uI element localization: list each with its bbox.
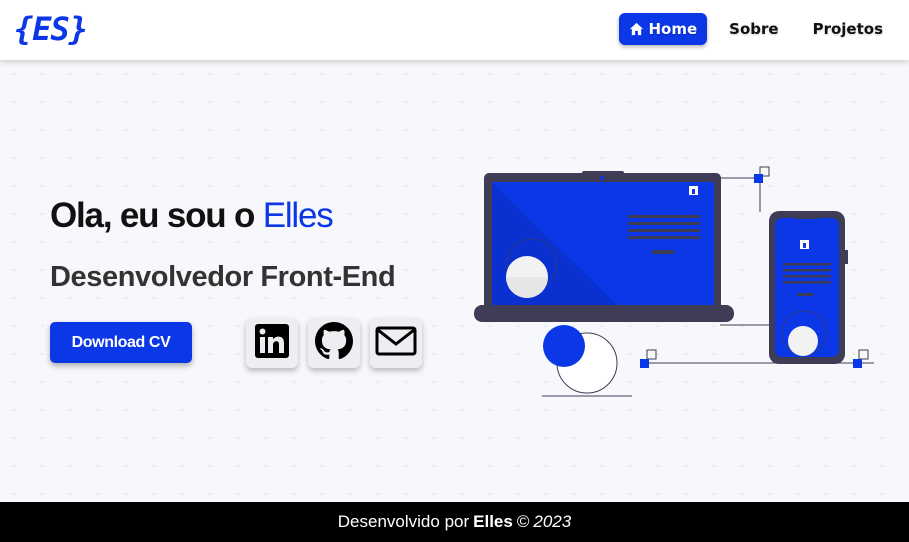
nav-item-projetos[interactable]: Projetos [801, 13, 895, 45]
hero-title: Ola, eu sou o Elles [50, 196, 334, 236]
navbar: {ES} Home Sobre Projetos [0, 0, 909, 60]
hero-name: Elles [262, 196, 334, 235]
footer-author: Elles [473, 512, 513, 531]
nav-item-sobre[interactable]: Sobre [717, 13, 790, 45]
home-icon [629, 22, 644, 36]
linkedin-link[interactable] [246, 318, 298, 368]
hero-illustration [470, 160, 880, 409]
mail-icon [375, 325, 417, 361]
github-link[interactable] [308, 318, 360, 368]
social-links [246, 318, 422, 368]
footer-prefix: Desenvolvido por [337, 512, 470, 531]
mail-link[interactable] [370, 318, 422, 368]
footer: Desenvolvido por Elles © 2023 [0, 502, 909, 542]
nav-item-label: Home [648, 20, 698, 38]
logo[interactable]: {ES} [14, 10, 88, 48]
github-icon [315, 322, 353, 364]
footer-year: 2023 [533, 512, 572, 531]
hero-subtitle: Desenvolvedor Front-End [50, 261, 396, 293]
nav-item-home[interactable]: Home [619, 13, 708, 45]
hero-greeting: Ola, eu sou o [50, 196, 255, 235]
footer-copyright: © [516, 512, 530, 531]
nav-item-label: Projetos [812, 20, 883, 38]
download-cv-button[interactable]: Download CV [50, 322, 192, 363]
linkedin-icon [254, 323, 290, 363]
nav-menu: Home Sobre Projetos [619, 13, 895, 45]
nav-item-label: Sobre [729, 20, 779, 38]
